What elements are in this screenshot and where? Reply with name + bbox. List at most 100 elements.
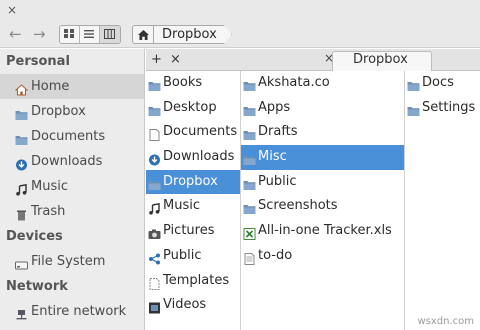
sidebar-item-home[interactable]: Home [0, 74, 144, 99]
file-item-label: Public [258, 173, 297, 189]
folder-icon [148, 102, 161, 116]
column-view-button[interactable] [100, 26, 120, 43]
breadcrumb-home[interactable] [132, 25, 154, 44]
drive-icon [15, 255, 28, 270]
file-item-label: Misc [258, 149, 287, 165]
sidebar-item-trash[interactable]: Trash [0, 199, 144, 224]
file-item-downloads[interactable]: Downloads [146, 145, 240, 170]
tab-label: Dropbox [353, 52, 408, 67]
icon-view-button[interactable] [60, 26, 80, 43]
forward-button[interactable]: → [33, 25, 46, 43]
film-icon [148, 299, 161, 314]
column-misc: Docs Settings [405, 71, 480, 330]
sidebar-item-file-system[interactable]: File System [0, 249, 144, 274]
file-item-label: Dropbox [163, 173, 218, 189]
title-bar: × [0, 0, 480, 22]
file-item-books[interactable]: Books [146, 71, 240, 96]
list-view-button[interactable] [80, 26, 100, 43]
sidebar-heading-devices: Devices [6, 229, 63, 244]
new-tab-button[interactable]: + [148, 51, 165, 69]
home-icon [14, 80, 29, 96]
file-item-music[interactable]: Music [146, 194, 240, 219]
sidebar-item-label: Music [31, 179, 68, 194]
file-item-documents[interactable]: Documents [146, 120, 240, 145]
sidebar-item-label: Home [31, 79, 70, 94]
file-item-label: to-do [258, 247, 293, 263]
home-icon [138, 30, 149, 40]
folder-icon [243, 151, 256, 166]
file-item-label: Pictures [163, 223, 215, 239]
toolbar: ← → Dropbox [0, 22, 480, 48]
file-item-desktop[interactable]: Desktop [146, 96, 240, 121]
share-icon [148, 250, 161, 265]
file-item-to-do[interactable]: to-do [241, 244, 404, 269]
file-item-label: Drafts [258, 124, 298, 140]
list-icon [84, 30, 94, 38]
file-item-label: Videos [163, 297, 207, 313]
template-icon [148, 275, 161, 290]
folder-icon [148, 77, 161, 91]
file-item-templates[interactable]: Templates [146, 269, 240, 294]
download-icon [15, 155, 28, 171]
file-item-label: Templates [163, 272, 230, 288]
folder-icon [243, 102, 256, 116]
back-button[interactable]: ← [9, 25, 22, 43]
music-icon [148, 200, 161, 216]
file-item-docs[interactable]: Docs [405, 71, 480, 96]
file-item-label: Docs [422, 75, 454, 90]
sidebar-item-dropbox[interactable]: Dropbox [0, 99, 144, 124]
sidebar-item-music[interactable]: Music [0, 174, 144, 199]
file-item-dropbox[interactable]: Dropbox [146, 169, 240, 195]
download-icon [148, 151, 161, 166]
file-item-label: Downloads [163, 149, 235, 165]
column-dropbox: Akshata.co Apps Drafts Misc Public Screenshot… [241, 71, 405, 330]
file-item-public[interactable]: Public [146, 244, 240, 269]
folder-icon [15, 130, 28, 145]
sidebar-item-label: Downloads [31, 154, 103, 169]
file-item-label: Apps [258, 99, 291, 115]
file-item-label: All-in-one Tracker.xls [258, 223, 392, 239]
spreadsheet-icon [243, 225, 256, 241]
sidebar-item-label: Dropbox [31, 104, 86, 119]
file-item-drafts[interactable]: Drafts [241, 120, 404, 145]
places-sidebar: Personal Home Dropbox Documents Downloads Mus… [0, 49, 145, 330]
file-item-pictures[interactable]: Pictures [146, 219, 240, 244]
folder-icon [15, 105, 28, 120]
folder-icon [243, 126, 256, 141]
file-item-label: Akshata.co [258, 75, 330, 90]
folder-icon [148, 176, 161, 190]
music-icon [15, 180, 28, 196]
folder-icon [243, 77, 256, 91]
folder-icon [407, 102, 420, 116]
file-item-all-in-one-tracker-xls[interactable]: All-in-one Tracker.xls [241, 219, 404, 244]
folder-icon [243, 200, 256, 215]
sidebar-item-label: File System [31, 254, 106, 269]
breadcrumb-dropbox[interactable]: Dropbox [154, 25, 232, 44]
sidebar-item-downloads[interactable]: Downloads [0, 149, 144, 174]
columns-icon [104, 29, 115, 39]
file-item-videos[interactable]: Videos [146, 293, 240, 318]
network-icon [15, 305, 28, 320]
view-mode-switcher [59, 25, 121, 44]
file-item-screenshots[interactable]: Screenshots [241, 194, 404, 219]
sidebar-item-entire-network[interactable]: Entire network [0, 299, 144, 324]
file-item-label: Screenshots [258, 198, 338, 214]
column-home: Books Desktop Documents Downloads Dropbox Mus… [146, 71, 241, 330]
sidebar-item-label: Entire network [31, 304, 127, 319]
file-item-public[interactable]: Public [241, 170, 404, 195]
sidebar-heading-personal: Personal [6, 54, 70, 69]
close-tab-strip-button[interactable]: × [167, 51, 184, 69]
tab-bar: + × × Dropbox [146, 49, 480, 71]
file-item-apps[interactable]: Apps [241, 96, 404, 121]
file-item-label: Music [163, 198, 200, 214]
file-item-akshata-co[interactable]: Akshata.co [241, 71, 404, 96]
file-item-label: Books [163, 75, 203, 90]
file-item-label: Public [163, 247, 202, 263]
file-item-misc[interactable]: Misc [241, 145, 404, 170]
window-close-button[interactable]: × [7, 3, 17, 17]
sidebar-item-label: Trash [31, 204, 66, 219]
sidebar-item-documents[interactable]: Documents [0, 124, 144, 149]
file-item-settings[interactable]: Settings [405, 96, 480, 121]
file-item-label: Settings [422, 99, 476, 115]
text-file-icon [243, 250, 256, 265]
